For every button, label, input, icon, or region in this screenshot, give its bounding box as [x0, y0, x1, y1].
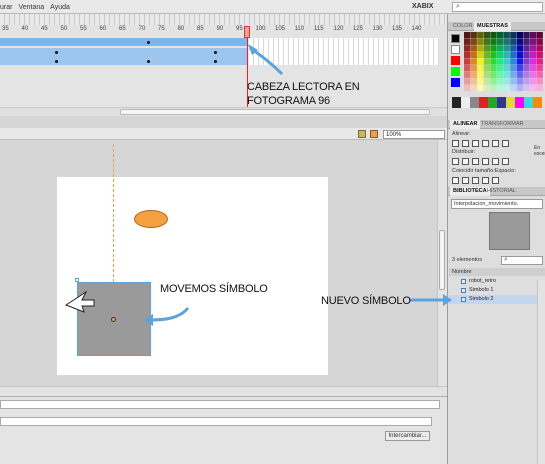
annotation-arrows: [64, 44, 452, 326]
annotation-playhead-line2: FOTOGRAMA 96: [247, 95, 330, 107]
annotation-new-symbol: NUEVO SÍMBOLO: [321, 295, 411, 307]
annotation-playhead-line1: CABEZA LECTORA EN: [247, 81, 360, 93]
annotation-move-symbol: MOVEMOS SÍMBOLO: [160, 283, 268, 295]
